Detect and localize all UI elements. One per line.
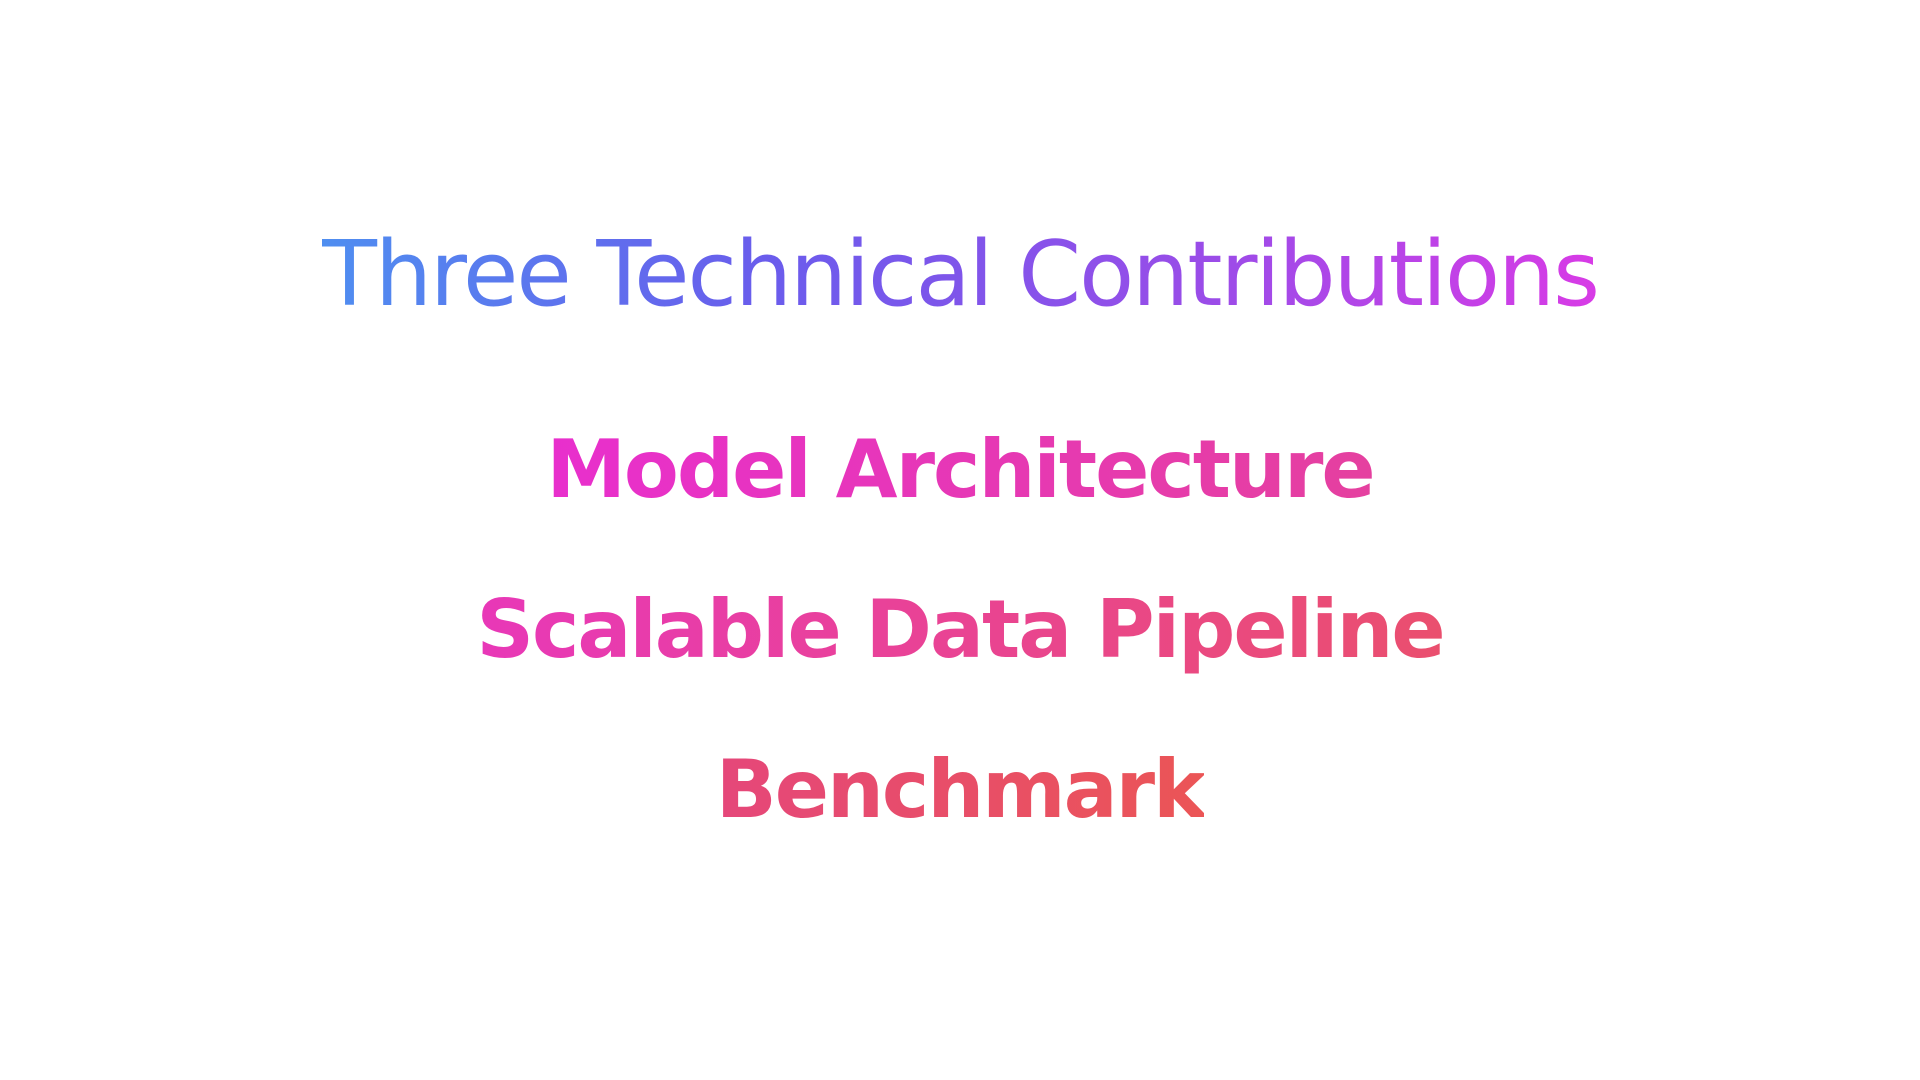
contribution-label: Model Architecture: [546, 423, 1375, 516]
slide-title-text: Three Technical Contributions: [322, 222, 1600, 327]
contribution-label: Scalable Data Pipeline: [476, 583, 1445, 676]
contribution-item-benchmark: Benchmark: [0, 740, 1920, 840]
contribution-item-model-architecture: Model Architecture: [0, 420, 1920, 520]
slide-title: Three Technical Contributions: [0, 220, 1920, 330]
contributions-list: Model Architecture Scalable Data Pipelin…: [0, 420, 1920, 900]
contribution-item-data-pipeline: Scalable Data Pipeline: [0, 580, 1920, 680]
contribution-label: Benchmark: [715, 743, 1207, 836]
slide: Three Technical Contributions Model Arch…: [0, 0, 1920, 1080]
